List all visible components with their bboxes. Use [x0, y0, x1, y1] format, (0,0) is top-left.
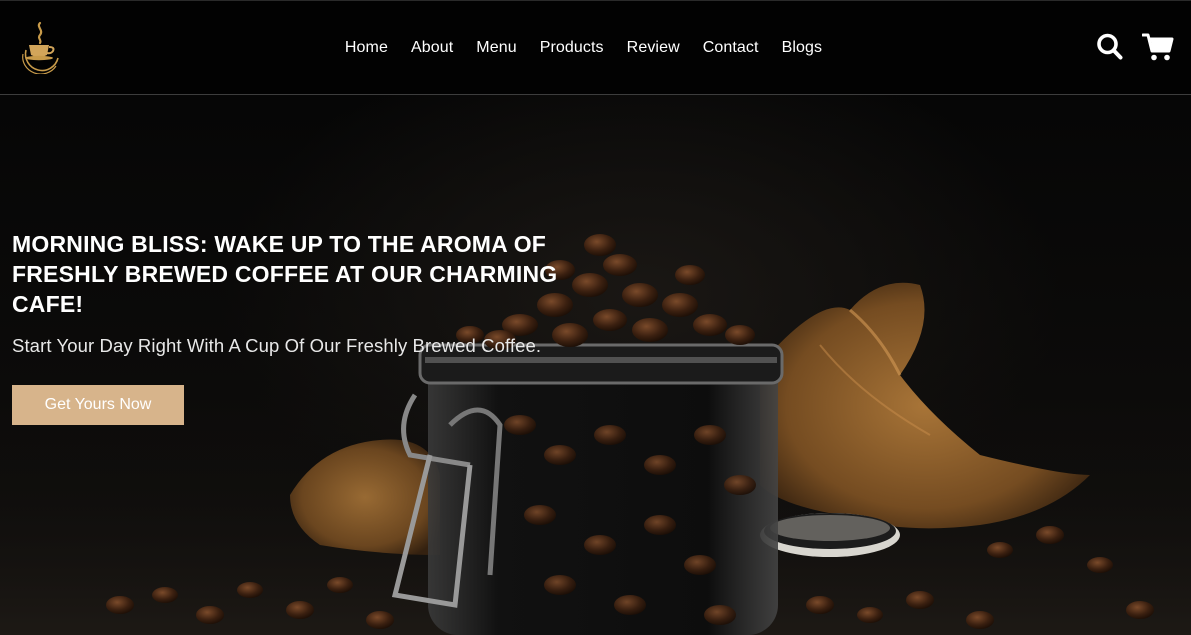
- nav-about[interactable]: About: [411, 39, 453, 56]
- nav-products[interactable]: Products: [540, 39, 604, 56]
- get-yours-now-button[interactable]: Get Yours Now: [12, 385, 184, 425]
- hero-section: Morning Bliss: Wake Up To The Aroma Of F…: [0, 95, 1191, 635]
- nav-home[interactable]: Home: [345, 39, 388, 56]
- coffee-logo-icon[interactable]: [18, 20, 64, 75]
- nav-contact[interactable]: Contact: [703, 39, 759, 56]
- hero-text-block: Morning Bliss: Wake Up To The Aroma Of F…: [12, 229, 572, 425]
- hero-subtitle: Start Your Day Right With A Cup Of Our F…: [12, 335, 542, 356]
- nav-menu[interactable]: Menu: [476, 39, 516, 56]
- hero-title: Morning Bliss: Wake Up To The Aroma Of F…: [12, 231, 558, 317]
- site-header: Home About Menu Products Review Contact …: [0, 0, 1191, 95]
- nav-blogs[interactable]: Blogs: [782, 39, 823, 56]
- nav-review[interactable]: Review: [627, 39, 680, 56]
- coffee-beans-jar-image: [0, 234, 1191, 635]
- search-icon[interactable]: [1096, 32, 1124, 62]
- main-nav: Home About Menu Products Review Contact …: [0, 1, 1191, 95]
- cart-icon[interactable]: [1141, 32, 1174, 62]
